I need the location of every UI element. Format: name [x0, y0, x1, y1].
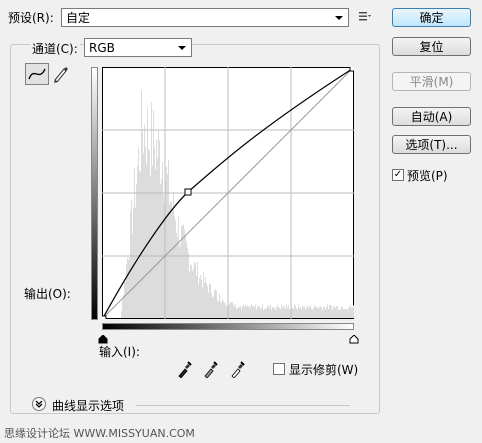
- options-divider: [136, 405, 350, 406]
- pencil-icon: [54, 67, 68, 83]
- chevron-down-icon: [335, 16, 343, 20]
- expand-options-button[interactable]: [32, 397, 46, 411]
- curve-display-options-label: 曲线显示选项: [52, 399, 125, 413]
- reset-button[interactable]: 复位: [392, 37, 471, 56]
- white-input-slider[interactable]: [349, 333, 359, 347]
- preset-label: 预设(R):: [8, 11, 54, 25]
- curve-control-point[interactable]: [184, 188, 192, 196]
- output-label: 输出(O):: [24, 287, 71, 301]
- black-eyedropper-icon[interactable]: [176, 360, 192, 379]
- double-chevron-down-icon: [35, 400, 43, 408]
- black-point-handle[interactable]: [100, 315, 107, 322]
- preset-select[interactable]: 自定: [61, 8, 349, 27]
- gray-eyedropper-icon[interactable]: [202, 360, 218, 379]
- channel-value: RGB: [89, 40, 115, 55]
- input-gradient-bar: [102, 323, 354, 330]
- channel-select[interactable]: RGB: [84, 38, 192, 57]
- white-point-handle[interactable]: [349, 65, 356, 72]
- show-clipping-checkbox[interactable]: [273, 363, 285, 375]
- channel-label: 通道(C):: [30, 40, 80, 57]
- auto-button[interactable]: 自动(A): [392, 107, 471, 126]
- watermark-text: 思缘设计论坛 WWW.MISSYUAN.COM: [4, 427, 195, 440]
- output-gradient-bar: [91, 67, 98, 320]
- preset-value: 自定: [66, 11, 91, 25]
- preset-options-icon[interactable]: [358, 9, 372, 23]
- smooth-button[interactable]: 平滑(M): [392, 72, 471, 91]
- white-eyedropper-icon[interactable]: [229, 360, 245, 379]
- preview-label: 预览(P): [407, 169, 448, 183]
- chevron-down-icon: [178, 46, 186, 50]
- curve-graph[interactable]: [100, 65, 356, 322]
- input-label: 输入(I):: [99, 345, 140, 359]
- curve-tool-button[interactable]: [25, 63, 49, 85]
- preview-checkbox[interactable]: ✓: [392, 169, 404, 181]
- show-clipping-label: 显示修剪(W): [289, 363, 359, 377]
- curve-point-icon: [28, 68, 46, 80]
- ok-button[interactable]: 确定: [392, 8, 471, 27]
- pencil-tool-button[interactable]: [50, 63, 74, 85]
- options-button[interactable]: 选项(T)...: [392, 135, 471, 154]
